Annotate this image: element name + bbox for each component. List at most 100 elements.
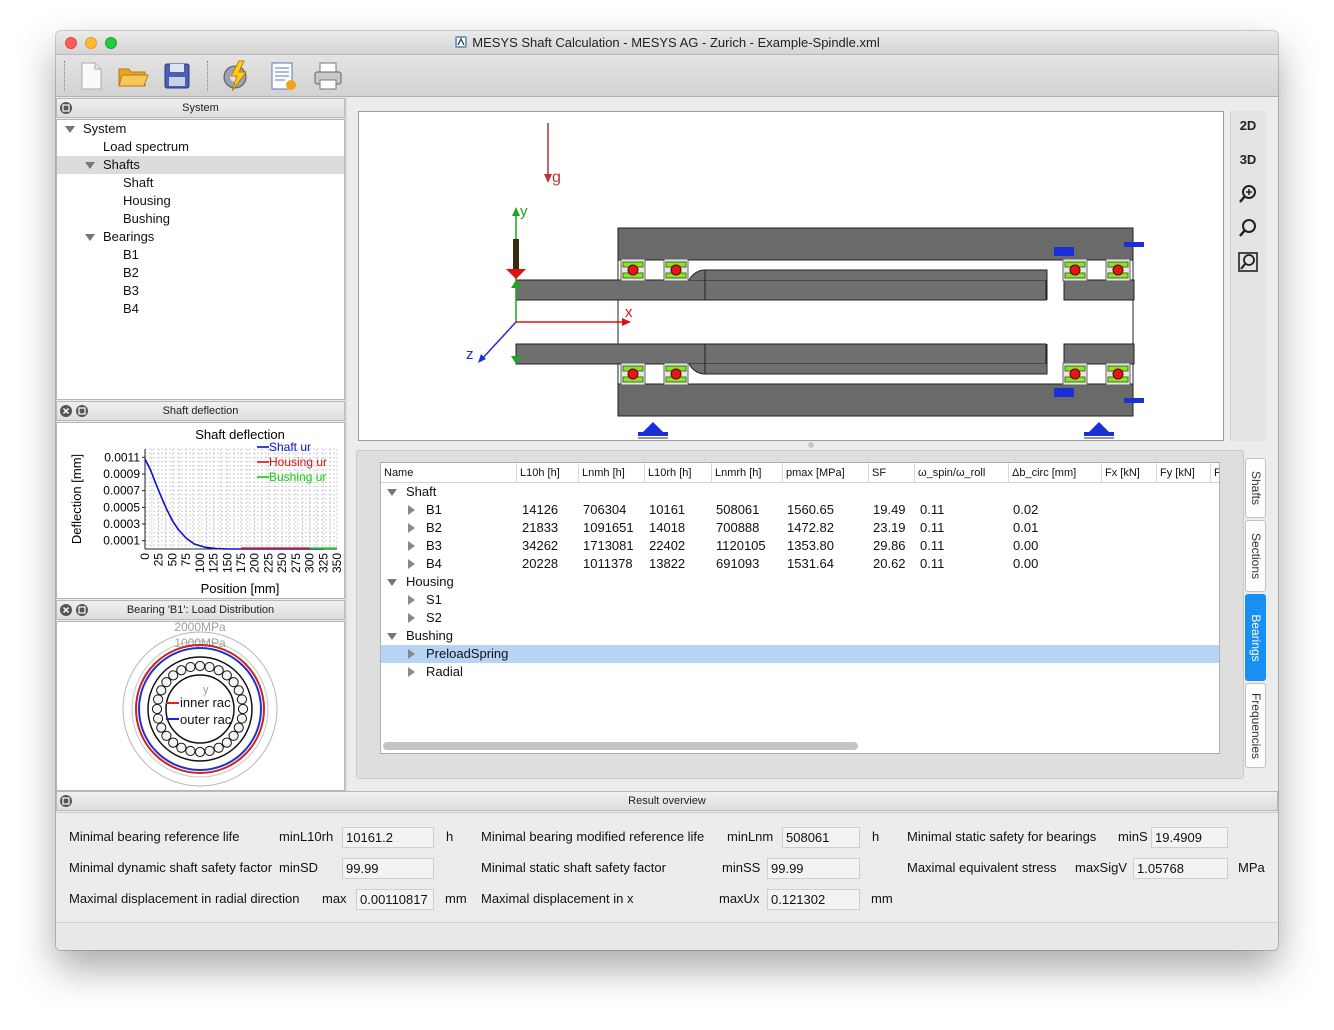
preload-spring-upper[interactable]: [1054, 247, 1074, 256]
column-header[interactable]: L10h [h]: [517, 463, 579, 483]
tree-item[interactable]: B1: [57, 246, 344, 264]
bearing-b2-lower[interactable]: [663, 362, 689, 386]
radial-support-upper[interactable]: [1124, 242, 1144, 247]
column-header[interactable]: F: [1211, 463, 1219, 483]
column-header[interactable]: Fy [kN]: [1157, 463, 1211, 483]
close-dock-icon[interactable]: [60, 405, 72, 417]
table-row[interactable]: B4 20228 1011378 13822 691093 1531.64 20.62 0.1…: [381, 555, 1219, 573]
view-2d-button[interactable]: 2D: [1237, 115, 1259, 137]
group-row[interactable]: Housing: [381, 573, 1219, 591]
expand-arrow-icon[interactable]: [387, 579, 397, 586]
open-folder-icon[interactable]: [116, 59, 150, 93]
table-row[interactable]: S2: [381, 609, 1219, 627]
group-row[interactable]: Shaft: [381, 483, 1219, 501]
table-row[interactable]: PreloadSpring: [381, 645, 1219, 663]
radial-support-lower[interactable]: [1124, 398, 1144, 403]
bearing-b3-lower[interactable]: [1062, 362, 1088, 386]
expand-arrow-icon[interactable]: [408, 541, 415, 551]
column-header[interactable]: Name: [381, 463, 517, 483]
expand-arrow-icon[interactable]: [387, 489, 397, 496]
horizontal-scrollbar[interactable]: [383, 742, 858, 750]
result-value-field[interactable]: 0.00110817: [356, 889, 434, 910]
column-header[interactable]: Fx [kN]: [1102, 463, 1157, 483]
housing-support-right[interactable]: [1084, 422, 1114, 439]
system-tree[interactable]: System Load spectrum Shafts Shaft Housing Bus…: [56, 119, 345, 400]
housing-support-left[interactable]: [638, 422, 668, 439]
bearing-b4-upper[interactable]: [1105, 258, 1131, 282]
view-3d-button[interactable]: 3D: [1237, 149, 1259, 171]
print-icon[interactable]: [311, 59, 345, 93]
tree-item[interactable]: Bearings: [57, 228, 344, 246]
table-row[interactable]: Radial: [381, 663, 1219, 681]
expand-arrow-icon[interactable]: [408, 613, 415, 623]
zoom-in-icon[interactable]: [1237, 183, 1259, 205]
column-header[interactable]: Δb_circ [mm]: [1009, 463, 1102, 483]
float-dock-icon[interactable]: [60, 795, 72, 807]
dock-splitter[interactable]: [345, 98, 347, 791]
expand-arrow-icon[interactable]: [408, 505, 415, 515]
bearing-b1-upper[interactable]: [620, 258, 646, 282]
result-value-field[interactable]: 508061: [782, 827, 860, 848]
result-value-field[interactable]: 1.05768: [1133, 858, 1228, 879]
minimize-window-button[interactable]: [85, 37, 97, 49]
expand-arrow-icon[interactable]: [387, 633, 397, 640]
tree-item[interactable]: B4: [57, 300, 344, 318]
float-dock-icon[interactable]: [76, 604, 88, 616]
column-header[interactable]: pmax [MPa]: [783, 463, 869, 483]
view-splitter-handle[interactable]: [808, 442, 814, 448]
expand-arrow-icon[interactable]: [85, 162, 95, 169]
table-row[interactable]: B2 21833 1091651 14018 700888 1472.82 23.19 0.1…: [381, 519, 1219, 537]
result-value-field[interactable]: 10161.2: [342, 827, 434, 848]
tree-item[interactable]: B3: [57, 282, 344, 300]
expand-arrow-icon[interactable]: [408, 559, 415, 569]
tree-item[interactable]: Bushing: [57, 210, 344, 228]
tree-item[interactable]: Load spectrum: [57, 138, 344, 156]
side-tab-sections[interactable]: Sections: [1245, 520, 1266, 592]
float-dock-icon[interactable]: [76, 405, 88, 417]
result-value-field[interactable]: 0.121302: [767, 889, 860, 910]
tree-item[interactable]: Shafts: [57, 156, 344, 174]
new-file-icon[interactable]: [74, 59, 108, 93]
close-window-button[interactable]: [65, 37, 77, 49]
expand-arrow-icon[interactable]: [408, 667, 415, 677]
expand-arrow-icon[interactable]: [408, 595, 415, 605]
bearing-b1-lower[interactable]: [620, 362, 646, 386]
column-header[interactable]: ω_spin/ω_roll: [915, 463, 1009, 483]
result-value-field[interactable]: 19.4909: [1151, 827, 1228, 848]
calculate-icon[interactable]: [219, 59, 253, 93]
group-row[interactable]: Bushing: [381, 627, 1219, 645]
bearing-b3-upper[interactable]: [1062, 258, 1088, 282]
column-header[interactable]: L10rh [h]: [645, 463, 712, 483]
column-header[interactable]: Lnmh [h]: [579, 463, 645, 483]
tree-item[interactable]: System: [57, 120, 344, 138]
table-row[interactable]: S1: [381, 591, 1219, 609]
expand-arrow-icon[interactable]: [408, 523, 415, 533]
result-value-field[interactable]: 99.99: [767, 858, 860, 879]
save-icon[interactable]: [160, 59, 194, 93]
side-tab-bearings[interactable]: Bearings: [1245, 594, 1266, 681]
side-tab-frequencies[interactable]: Frequencies: [1245, 683, 1266, 768]
tree-item[interactable]: Housing: [57, 192, 344, 210]
bearing-results-table[interactable]: Name L10h [h] Lnmh [h] L10rh [h] Lnmrh [h] pm…: [380, 462, 1220, 754]
column-header[interactable]: SF: [869, 463, 915, 483]
bearing-b2-upper[interactable]: [663, 258, 689, 282]
tree-item[interactable]: Shaft: [57, 174, 344, 192]
expand-arrow-icon[interactable]: [408, 649, 415, 659]
side-tab-shafts[interactable]: Shafts: [1245, 458, 1266, 518]
expand-arrow-icon[interactable]: [65, 126, 75, 133]
column-header[interactable]: Lnmrh [h]: [712, 463, 783, 483]
table-row[interactable]: B3 34262 1713081 22402 1120105 1353.80 29.86 0.…: [381, 537, 1219, 555]
bearing-b4-lower[interactable]: [1105, 362, 1131, 386]
zoom-icon[interactable]: [1237, 217, 1259, 239]
result-value-field[interactable]: 99.99: [342, 858, 434, 879]
zoom-window-button[interactable]: [105, 37, 117, 49]
tree-item[interactable]: B2: [57, 264, 344, 282]
close-dock-icon[interactable]: [60, 604, 72, 616]
expand-arrow-icon[interactable]: [85, 234, 95, 241]
preload-spring-lower[interactable]: [1054, 388, 1074, 397]
shaft-2d-view[interactable]: g y x z: [358, 111, 1224, 441]
zoom-fit-icon[interactable]: [1237, 251, 1259, 273]
report-icon[interactable]: [266, 59, 300, 93]
table-row[interactable]: B1 14126 706304 10161 508061 1560.65 19.49 0.11…: [381, 501, 1219, 519]
float-dock-icon[interactable]: [60, 102, 72, 114]
